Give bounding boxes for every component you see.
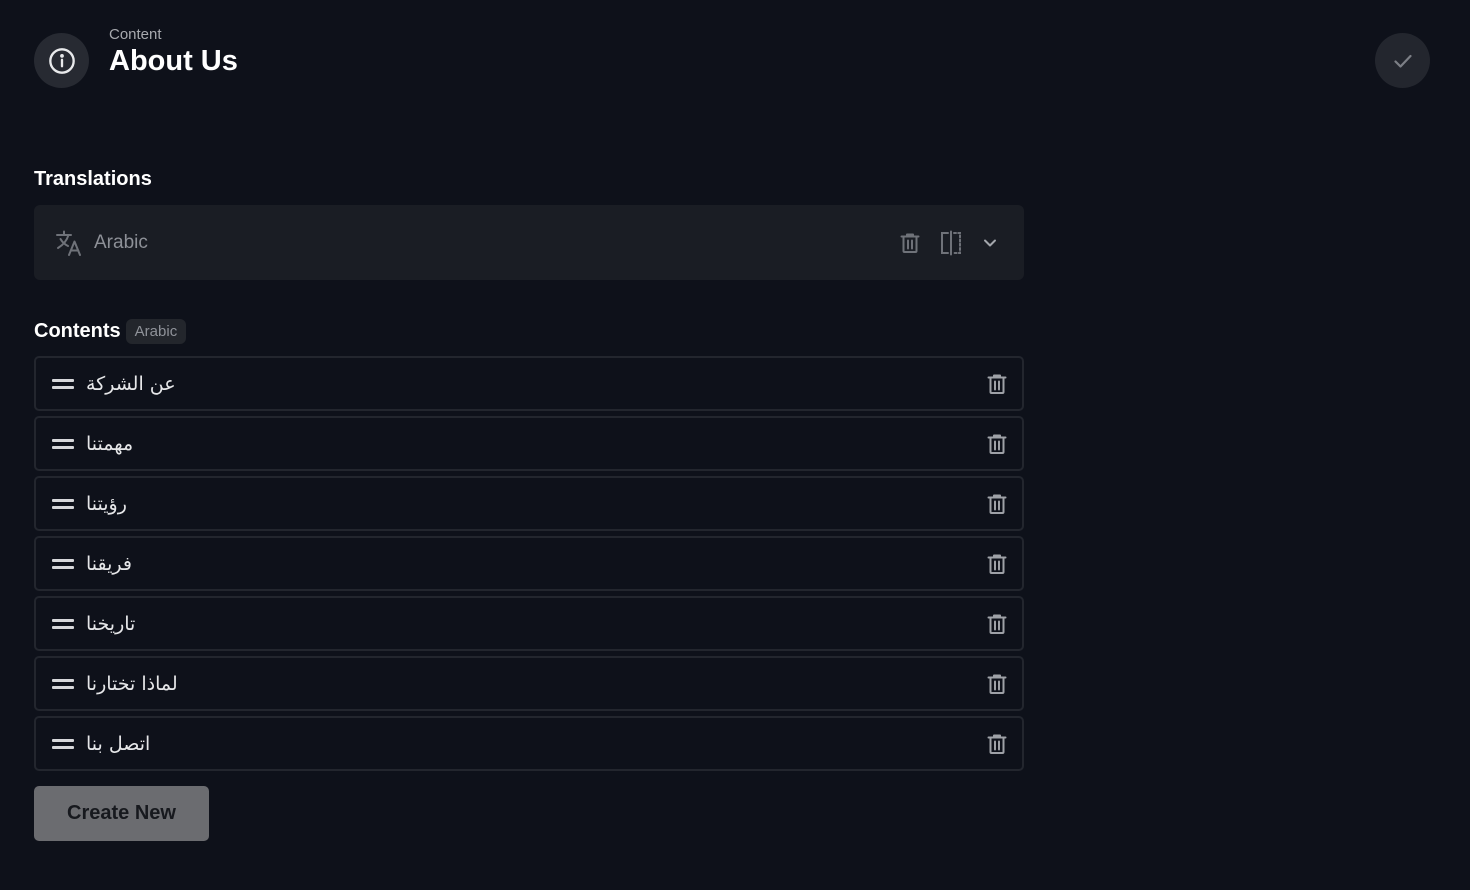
header-text: Content About Us <box>109 26 238 78</box>
list-item-label: تاريخنا <box>86 612 136 635</box>
delete-item-button[interactable] <box>985 612 1009 636</box>
trash-icon <box>987 434 1007 454</box>
contents-heading-row: Contents Arabic <box>34 319 187 344</box>
list-item-label: اتصل بنا <box>86 732 151 755</box>
list-item-label: فريقنا <box>86 552 132 575</box>
delete-item-button[interactable] <box>985 372 1009 396</box>
contents-heading: Contents <box>34 320 121 342</box>
list-item-label: مهمتنا <box>86 432 134 455</box>
drag-handle-icon[interactable] <box>51 612 75 636</box>
list-item[interactable]: تاريخنا <box>34 596 1024 651</box>
delete-item-button[interactable] <box>985 672 1009 696</box>
header-eyebrow: Content <box>109 26 162 43</box>
drag-handle-icon[interactable] <box>51 492 75 516</box>
translate-icon <box>54 228 84 258</box>
split-view-icon <box>941 230 961 255</box>
trash-icon <box>987 554 1007 574</box>
translation-expand-button[interactable] <box>980 233 1000 253</box>
translation-actions <box>898 230 1000 256</box>
trash-icon <box>900 233 920 253</box>
list-item[interactable]: لماذا تختارنا <box>34 656 1024 711</box>
list-item[interactable]: اتصل بنا <box>34 716 1024 771</box>
trash-icon <box>987 614 1007 634</box>
translation-delete-button[interactable] <box>898 231 922 255</box>
chevron-down-icon <box>984 239 996 246</box>
translations-heading: Translations <box>34 168 152 190</box>
delete-item-button[interactable] <box>985 432 1009 456</box>
translation-language: Arabic <box>94 231 148 253</box>
drag-handle-icon[interactable] <box>51 372 75 396</box>
page-title: About Us <box>109 45 238 77</box>
trash-icon <box>987 494 1007 514</box>
list-item[interactable]: عن الشركة <box>34 356 1024 411</box>
create-new-button[interactable]: Create New <box>34 786 209 841</box>
delete-item-button[interactable] <box>985 732 1009 756</box>
split-view-button[interactable] <box>938 230 964 256</box>
drag-handle-icon[interactable] <box>51 552 75 576</box>
delete-item-button[interactable] <box>985 492 1009 516</box>
page: Content About Us Translations Arabic Con… <box>0 0 1470 890</box>
content-list: عن الشركة مهمتنا رؤيتنا فريقنا تاريخنا ل… <box>34 356 1024 776</box>
language-badge: Arabic <box>125 319 187 344</box>
list-item[interactable]: فريقنا <box>34 536 1024 591</box>
info-icon <box>48 47 75 74</box>
list-item-label: عن الشركة <box>86 372 176 395</box>
check-icon <box>1393 54 1412 68</box>
delete-item-button[interactable] <box>985 552 1009 576</box>
list-item[interactable]: مهمتنا <box>34 416 1024 471</box>
list-item-label: لماذا تختارنا <box>86 672 178 695</box>
list-item-label: رؤيتنا <box>86 492 127 515</box>
header-info-badge <box>34 33 89 88</box>
trash-icon <box>987 374 1007 394</box>
trash-icon <box>987 734 1007 754</box>
save-button[interactable] <box>1375 33 1430 88</box>
trash-icon <box>987 674 1007 694</box>
drag-handle-icon[interactable] <box>51 732 75 756</box>
translation-selector[interactable]: Arabic <box>34 205 1024 280</box>
list-item[interactable]: رؤيتنا <box>34 476 1024 531</box>
drag-handle-icon[interactable] <box>51 672 75 696</box>
drag-handle-icon[interactable] <box>51 432 75 456</box>
